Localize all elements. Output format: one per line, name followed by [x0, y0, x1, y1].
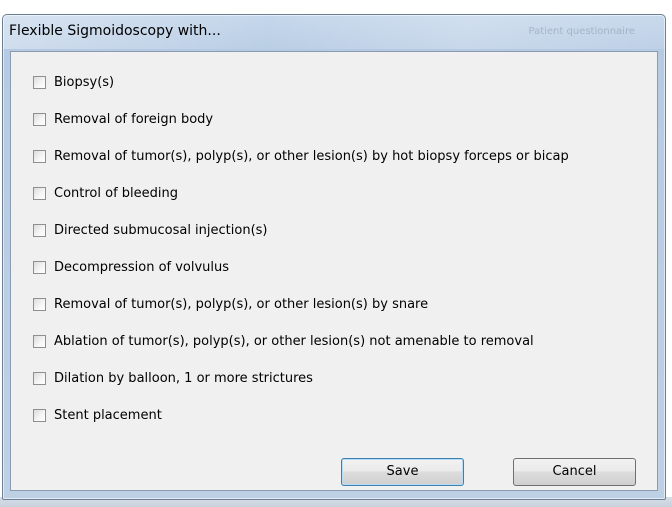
option-removal-foreign-body[interactable]: Removal of foreign body [33, 109, 213, 129]
dilation-balloon-checkbox[interactable] [33, 371, 46, 385]
submucosal-injection-checkbox[interactable] [33, 223, 46, 237]
removal-foreign-body-checkbox[interactable] [33, 112, 46, 126]
biopsy-checkbox[interactable] [33, 75, 46, 89]
option-removal-hot-biopsy[interactable]: Removal of tumor(s), polyp(s), or other … [33, 146, 569, 166]
option-label: Control of bleeding [54, 185, 179, 201]
option-label: Ablation of tumor(s), polyp(s), or other… [54, 333, 534, 349]
procedure-dialog: Flexible Sigmoidoscopy with... Patient q… [2, 14, 666, 500]
dialog-titlebar[interactable]: Flexible Sigmoidoscopy with... Patient q… [3, 15, 665, 49]
dialog-client-area: Biopsy(s) Removal of foreign body Remova… [10, 51, 658, 491]
removal-snare-checkbox[interactable] [33, 297, 46, 311]
option-label: Decompression of volvulus [54, 259, 230, 275]
removal-hot-biopsy-checkbox[interactable] [33, 149, 46, 163]
option-stent-placement[interactable]: Stent placement [33, 405, 162, 425]
option-submucosal-injection[interactable]: Directed submucosal injection(s) [33, 220, 267, 240]
decompression-volvulus-checkbox[interactable] [33, 260, 46, 274]
option-label: Dilation by balloon, 1 or more stricture… [54, 370, 313, 386]
background-window-top [0, 0, 672, 14]
cancel-button[interactable]: Cancel [513, 458, 636, 486]
option-label: Removal of foreign body [54, 111, 214, 127]
option-label: Removal of tumor(s), polyp(s), or other … [54, 296, 429, 312]
option-decompression-volvulus[interactable]: Decompression of volvulus [33, 257, 229, 277]
control-bleeding-checkbox[interactable] [33, 186, 46, 200]
option-dilation-balloon[interactable]: Dilation by balloon, 1 or more stricture… [33, 368, 313, 388]
option-label: Stent placement [54, 407, 162, 423]
option-label: Removal of tumor(s), polyp(s), or other … [54, 148, 569, 164]
option-biopsy[interactable]: Biopsy(s) [33, 72, 114, 92]
option-ablation[interactable]: Ablation of tumor(s), polyp(s), or other… [33, 331, 534, 351]
option-removal-snare[interactable]: Removal of tumor(s), polyp(s), or other … [33, 294, 428, 314]
background-title-hint: Patient questionnaire [528, 26, 636, 37]
stent-placement-checkbox[interactable] [33, 408, 46, 422]
option-control-bleeding[interactable]: Control of bleeding [33, 183, 178, 203]
save-button[interactable]: Save [341, 458, 464, 486]
option-label: Directed submucosal injection(s) [54, 222, 268, 238]
option-label: Biopsy(s) [54, 74, 115, 90]
ablation-checkbox[interactable] [33, 334, 46, 348]
dialog-title: Flexible Sigmoidoscopy with... [9, 23, 221, 39]
